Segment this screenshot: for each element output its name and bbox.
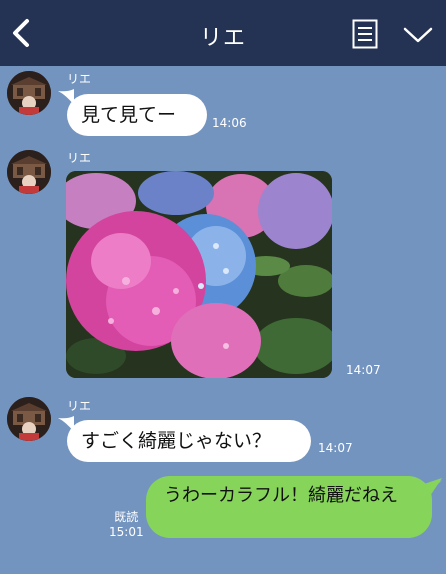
message-time: 15:01 (109, 525, 144, 539)
message-time: 14:06 (212, 116, 247, 130)
chevron-down-icon[interactable] (402, 25, 434, 45)
avatar-icon (7, 71, 51, 115)
message-time: 14:07 (318, 441, 353, 455)
chat-header: リエ (0, 0, 446, 66)
sender-name: リエ (67, 399, 92, 413)
avatar-icon (7, 397, 51, 441)
avatar[interactable] (7, 150, 51, 194)
photo-message[interactable] (66, 171, 332, 378)
read-receipt: 既読 15:01 (109, 510, 144, 540)
bubble-tail (424, 478, 442, 496)
hydrangea-photo (66, 171, 332, 378)
back-icon[interactable] (8, 17, 34, 49)
avatar[interactable] (7, 397, 51, 441)
avatar[interactable] (7, 71, 51, 115)
message-bubble[interactable]: すごく綺麗じゃない？ (67, 420, 311, 462)
message-bubble[interactable]: 見て見てー (67, 94, 207, 136)
message-time: 14:07 (346, 363, 381, 377)
avatar-icon (7, 150, 51, 194)
message-text: うわーカラフル！綺麗だねえ (164, 485, 398, 506)
memo-icon[interactable] (352, 19, 378, 49)
sender-name: リエ (67, 151, 92, 165)
chat-title: リエ (199, 26, 246, 51)
message-text: 見て見てー (81, 104, 177, 126)
my-message-bubble[interactable]: うわーカラフル！綺麗だねえ (146, 476, 432, 538)
read-label: 既読 (114, 510, 139, 524)
sender-name: リエ (67, 72, 92, 86)
message-text: すごく綺麗じゃない？ (81, 430, 272, 452)
